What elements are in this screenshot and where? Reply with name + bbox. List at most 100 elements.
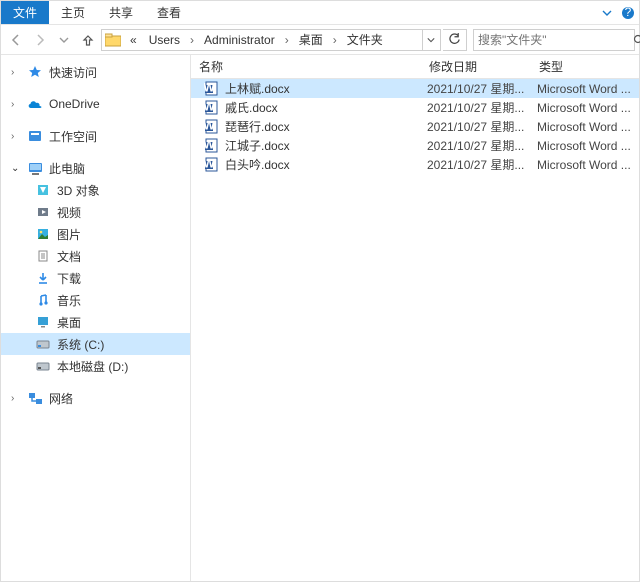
file-name: 白头吟.docx (225, 156, 427, 173)
workspace-icon (27, 128, 43, 144)
breadcrumb[interactable]: « (126, 33, 141, 47)
file-date: 2021/10/27 星期... (427, 137, 537, 154)
sidebar-item-pc-child[interactable]: 下载 (1, 267, 190, 289)
file-date: 2021/10/27 星期... (427, 156, 537, 173)
sidebar-item-pc-child[interactable]: 系统 (C:) (1, 333, 190, 355)
column-header-name[interactable]: 名称 (191, 58, 421, 75)
ribbon-tab-home[interactable]: 主页 (49, 1, 97, 24)
drive-icon (35, 358, 51, 374)
ribbon-tab-view[interactable]: 查看 (145, 1, 193, 24)
breadcrumb[interactable]: 文件夹 (343, 31, 387, 48)
collapse-icon: ⌄ (11, 163, 21, 174)
sidebar-item-pc-child[interactable]: 本地磁盘 (D:) (1, 355, 190, 377)
svg-text:?: ? (625, 6, 632, 19)
file-row[interactable]: W 白头吟.docx2021/10/27 星期...Microsoft Word … (191, 155, 639, 174)
file-name: 江城子.docx (225, 137, 427, 154)
drive-icon (35, 336, 51, 352)
expand-icon: › (11, 67, 21, 78)
recent-locations-button[interactable] (53, 29, 75, 51)
forward-button[interactable] (29, 29, 51, 51)
sidebar-item-label: 此电脑 (49, 160, 85, 177)
star-icon (27, 64, 43, 80)
file-date: 2021/10/27 星期... (427, 118, 537, 135)
sidebar-item-label: 系统 (C:) (57, 336, 104, 353)
sidebar-item-pc-child[interactable]: 桌面 (1, 311, 190, 333)
column-headers: 名称 修改日期 类型 (191, 55, 639, 79)
folder-icon (104, 31, 122, 49)
sidebar-item-label: 图片 (57, 226, 81, 243)
chevron-right-icon: › (331, 33, 339, 47)
breadcrumb[interactable]: 桌面 (295, 31, 327, 48)
sidebar-item-pc-child[interactable]: 音乐 (1, 289, 190, 311)
back-button[interactable] (5, 29, 27, 51)
file-type: Microsoft Word ... (537, 120, 639, 134)
sidebar-item-label: 文档 (57, 248, 81, 265)
chevron-right-icon: › (283, 33, 291, 47)
ribbon: 文件 主页 共享 查看 ? (1, 1, 639, 25)
sidebar-item-label: 下载 (57, 270, 81, 287)
expand-icon: › (11, 393, 21, 404)
drive-icon (35, 270, 51, 286)
sidebar-item-pc-child[interactable]: 视频 (1, 201, 190, 223)
network-icon (27, 390, 43, 406)
sidebar-item-label: 快速访问 (49, 64, 97, 81)
breadcrumb[interactable]: Users (145, 33, 184, 47)
address-bar[interactable]: « Users› Administrator› 桌面› 文件夹 (101, 29, 441, 51)
svg-text:W: W (204, 138, 215, 152)
file-row[interactable]: W江城子.docx2021/10/27 星期...Microsoft Word … (191, 136, 639, 155)
file-row[interactable]: W 琵琶行.docx2021/10/27 星期...Microsoft Word … (191, 117, 639, 136)
file-name: 琵琶行.docx (225, 118, 427, 135)
file-name: 戚氏.docx (225, 99, 427, 116)
file-row[interactable]: W 上林赋.docx2021/10/27 星期...Microsoft Word … (191, 79, 639, 98)
navigation-bar: « Users› Administrator› 桌面› 文件夹 (1, 25, 639, 55)
file-date: 2021/10/27 星期... (427, 80, 537, 97)
word-file-icon: W (203, 81, 219, 97)
svg-text:W: W (204, 81, 215, 95)
drive-icon (35, 314, 51, 330)
sidebar-item-label: 音乐 (57, 292, 81, 309)
svg-text:W: W (204, 157, 215, 171)
file-name: 上林赋.docx (225, 80, 427, 97)
ribbon-tab-file[interactable]: 文件 (1, 1, 49, 24)
up-button[interactable] (77, 29, 99, 51)
word-file-icon: W (203, 119, 219, 135)
search-box[interactable] (473, 29, 635, 51)
refresh-button[interactable] (443, 29, 467, 51)
sidebar-item-pc-child[interactable]: 图片 (1, 223, 190, 245)
file-date: 2021/10/27 星期... (427, 99, 537, 116)
word-file-icon: W (203, 100, 219, 116)
sidebar-item-label: 视频 (57, 204, 81, 221)
drive-icon (35, 292, 51, 308)
sidebar-item-label: 3D 对象 (57, 182, 100, 199)
address-history-button[interactable] (422, 30, 438, 50)
breadcrumb[interactable]: Administrator (200, 33, 279, 47)
svg-text:W: W (204, 119, 215, 133)
ribbon-collapse-icon[interactable] (597, 1, 617, 24)
sidebar-item-label: 本地磁盘 (D:) (57, 358, 128, 375)
sidebar-item-pc-child[interactable]: 文档 (1, 245, 190, 267)
sidebar-item-onedrive[interactable]: › OneDrive (1, 93, 190, 115)
sidebar-item-this-pc[interactable]: ⌄ 此电脑 (1, 157, 190, 179)
sidebar-item-label: 工作空间 (49, 128, 97, 145)
drive-icon (35, 204, 51, 220)
search-icon[interactable] (633, 34, 640, 46)
file-row[interactable]: W 戚氏.docx2021/10/27 星期...Microsoft Word .… (191, 98, 639, 117)
sidebar-item-label: 桌面 (57, 314, 81, 331)
sidebar-item-label: 网络 (49, 390, 73, 407)
computer-icon (27, 160, 43, 176)
file-type: Microsoft Word ... (537, 101, 639, 115)
column-header-type[interactable]: 类型 (531, 58, 639, 75)
help-icon[interactable]: ? (617, 1, 639, 24)
expand-icon: › (11, 99, 21, 110)
navigation-pane: › 快速访问 › OneDrive › 工作空间 ⌄ 此电脑 (1, 55, 191, 581)
sidebar-item-network[interactable]: › 网络 (1, 387, 190, 409)
file-type: Microsoft Word ... (537, 158, 639, 172)
search-input[interactable] (478, 33, 633, 47)
ribbon-tab-share[interactable]: 共享 (97, 1, 145, 24)
sidebar-item-workspace[interactable]: › 工作空间 (1, 125, 190, 147)
column-header-date[interactable]: 修改日期 (421, 58, 531, 75)
sidebar-item-quick-access[interactable]: › 快速访问 (1, 61, 190, 83)
sidebar-item-pc-child[interactable]: 3D 对象 (1, 179, 190, 201)
file-type: Microsoft Word ... (537, 82, 639, 96)
file-list-pane: 名称 修改日期 类型 W上林赋.docx2021/10/27 星期...Micr… (191, 55, 639, 581)
